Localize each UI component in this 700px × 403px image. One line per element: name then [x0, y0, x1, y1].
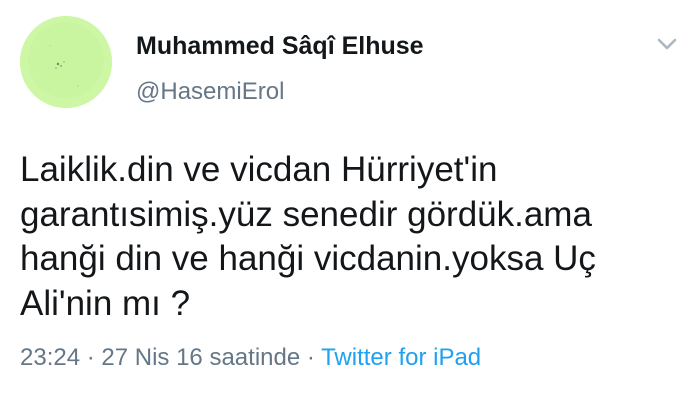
tweet-source-link[interactable]: Twitter for iPad	[321, 344, 481, 371]
tweet-card: Muhammed Sâqî Elhuse @HasemiErol Laiklik…	[0, 0, 700, 403]
avatar[interactable]	[20, 16, 112, 108]
tweet-text-line: Laiklik.din ve vicdan Hürriyet'in	[20, 150, 498, 189]
tweet-meta: 23:24 · 27 Nis 16 saatinde · Twitter for…	[20, 344, 481, 372]
tweet-time[interactable]: 23:24	[20, 344, 80, 371]
meta-separator: ·	[300, 344, 322, 371]
tweet-text-line: hanği din ve hanği vicdanin.yoksa Uç	[20, 239, 596, 278]
display-name[interactable]: Muhammed Sâqî Elhuse	[136, 32, 424, 61]
tweet-text-line: garantısimiş.yüz senedir gördük.ama	[20, 194, 592, 234]
avatar-image	[20, 16, 112, 108]
chevron-down-icon[interactable]	[656, 36, 678, 52]
tweet-text-line: Ali'nin mı ?	[20, 283, 191, 323]
user-handle[interactable]: @HasemiErol	[136, 78, 284, 106]
meta-separator: ·	[80, 344, 102, 371]
tweet-date[interactable]: 27 Nis 16 saatinde	[101, 344, 300, 371]
tweet-text: Laiklik.din ve vicdan Hürriyet'in garant…	[20, 148, 680, 326]
